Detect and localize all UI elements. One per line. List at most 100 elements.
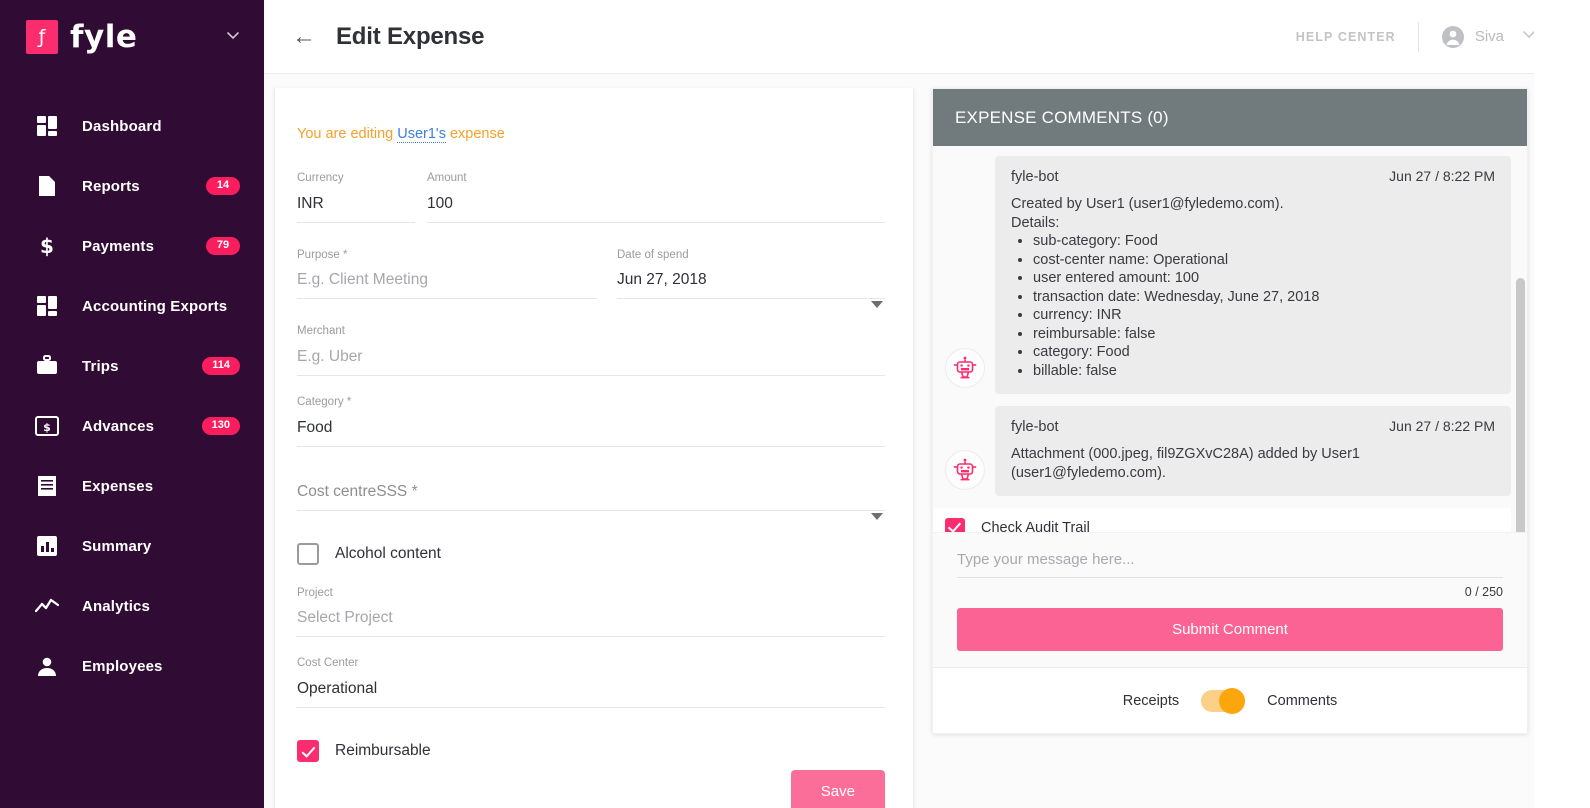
banner-suffix: expense xyxy=(446,126,505,142)
list-item: cost-center name: Operational xyxy=(1033,251,1495,270)
field-date-of-spend[interactable]: Date of spend Jun 27, 2018 xyxy=(617,249,885,320)
list-item: currency: INR xyxy=(1033,306,1495,325)
field-label: Category * xyxy=(297,396,885,409)
field-merchant[interactable]: Merchant E.g. Uber xyxy=(297,325,885,396)
field-purpose[interactable]: Purpose * E.g. Client Meeting xyxy=(297,249,597,320)
field-label: Merchant xyxy=(297,325,885,338)
comment-meta: fyle-bot Jun 27 / 8:22 PM xyxy=(1011,418,1495,435)
check-audit-trail-checkbox[interactable] xyxy=(945,518,965,532)
comments-list: fyle-bot Jun 27 / 8:22 PM Created by Use… xyxy=(933,156,1527,532)
comments-scroll-area[interactable]: fyle-bot Jun 27 / 8:22 PM Created by Use… xyxy=(933,146,1527,532)
brand-logo[interactable]: ƒ fyle xyxy=(0,0,264,74)
alcohol-content-checkbox[interactable] xyxy=(297,543,319,565)
sidebar-item-payments[interactable]: $ Payments 79 xyxy=(0,216,264,276)
field-category[interactable]: Category * Food xyxy=(297,396,885,467)
briefcase-icon xyxy=(34,353,60,379)
comment-author: fyle-bot xyxy=(1011,169,1059,185)
comment-bubble: fyle-bot Jun 27 / 8:22 PM Created by Use… xyxy=(995,156,1511,394)
banner-user-link[interactable]: User1's xyxy=(397,126,446,143)
comment-line-1: Created by User1 (user1@fyledemo.com). xyxy=(1011,195,1495,214)
sidebar-item-summary[interactable]: Summary xyxy=(0,516,264,576)
sidebar-item-expenses[interactable]: Expenses xyxy=(0,456,264,516)
app-root: ƒ fyle Dashboard Reports 14 xyxy=(0,0,1590,808)
comment-message-input[interactable] xyxy=(957,547,1503,578)
chevron-down-icon[interactable] xyxy=(224,26,242,49)
sidebar-item-label: Payments xyxy=(82,238,154,255)
field-currency[interactable]: Currency INR xyxy=(297,172,415,243)
sidebar-item-employees[interactable]: Employees xyxy=(0,636,264,696)
fyle-logo-icon: ƒ xyxy=(26,20,58,54)
sidebar-badge: 114 xyxy=(202,357,240,375)
character-counter: 0 / 250 xyxy=(957,585,1503,599)
submit-comment-button[interactable]: Submit Comment xyxy=(957,608,1503,651)
comments-scrollbar[interactable] xyxy=(1516,278,1525,532)
sidebar-item-reports[interactable]: Reports 14 xyxy=(0,156,264,216)
comment-timestamp: Jun 27 / 8:22 PM xyxy=(1389,168,1495,184)
sidebar-badge: 14 xyxy=(206,177,240,195)
chevron-down-icon[interactable] xyxy=(871,301,883,308)
sidebar-item-accounting-exports[interactable]: Accounting Exports xyxy=(0,276,264,336)
expense-form-card: You are editing User1's expense Currency… xyxy=(274,88,914,808)
cost-center-input[interactable]: Operational xyxy=(297,678,885,708)
merchant-input[interactable]: E.g. Uber xyxy=(297,346,885,376)
project-input[interactable]: Select Project xyxy=(297,607,885,637)
comment-detail-list: sub-category: Food cost-center name: Ope… xyxy=(1015,232,1495,380)
category-input[interactable]: Food xyxy=(297,417,885,447)
receipt-icon xyxy=(34,473,60,499)
sidebar-item-advances[interactable]: $ Advances 130 xyxy=(0,396,264,456)
barchart-icon xyxy=(34,533,60,559)
chevron-down-icon[interactable] xyxy=(871,513,883,520)
list-item: user entered amount: 100 xyxy=(1033,269,1495,288)
check-audit-trail-label: Check Audit Trail xyxy=(981,520,1090,532)
cost-centre-sss-select[interactable]: Cost centreSSS * xyxy=(297,481,885,511)
dashboard-icon xyxy=(34,293,60,319)
toggle-label-receipts[interactable]: Receipts xyxy=(1123,693,1179,709)
list-item: transaction date: Wednesday, June 27, 20… xyxy=(1033,288,1495,307)
topbar-divider xyxy=(1418,22,1419,52)
field-cost-centre-sss[interactable]: Cost centreSSS * xyxy=(297,467,885,531)
content-area: You are editing User1's expense Currency… xyxy=(264,74,1590,808)
comment-body: Created by User1 (user1@fyledemo.com). D… xyxy=(1011,195,1495,380)
field-amount[interactable]: Amount 100 xyxy=(427,172,885,243)
field-label: Currency xyxy=(297,172,415,185)
person-icon xyxy=(34,653,60,679)
amount-input[interactable]: 100 xyxy=(427,193,885,223)
sidebar-item-label: Reports xyxy=(82,178,140,195)
sidebar-nav: Dashboard Reports 14 $ Payments 79 xyxy=(0,96,264,696)
list-item: category: Food xyxy=(1033,343,1495,362)
help-center-link[interactable]: HELP CENTER xyxy=(1296,30,1396,44)
currency-input[interactable]: INR xyxy=(297,193,415,223)
main-area: ← Edit Expense HELP CENTER Siva You are … xyxy=(264,0,1590,808)
sidebar-item-dashboard[interactable]: Dashboard xyxy=(0,96,264,156)
purpose-input[interactable]: E.g. Client Meeting xyxy=(297,269,597,299)
toggle-knob xyxy=(1219,688,1245,714)
sidebar-item-trips[interactable]: Trips 114 xyxy=(0,336,264,396)
alcohol-content-row[interactable]: Alcohol content xyxy=(297,543,885,565)
field-label: Project xyxy=(297,587,885,600)
receipts-comments-toggle[interactable] xyxy=(1201,690,1245,712)
sidebar-item-label: Analytics xyxy=(82,598,150,615)
field-project[interactable]: Project Select Project xyxy=(297,587,885,658)
date-of-spend-input[interactable]: Jun 27, 2018 xyxy=(617,269,885,299)
check-audit-trail-row[interactable]: Check Audit Trail xyxy=(933,508,1511,532)
avatar[interactable] xyxy=(1441,25,1465,49)
save-button[interactable]: Save xyxy=(791,770,885,808)
field-label: Purpose * xyxy=(297,249,597,262)
toggle-label-comments[interactable]: Comments xyxy=(1267,693,1337,709)
reimbursable-checkbox[interactable] xyxy=(297,740,319,762)
editing-banner: You are editing User1's expense xyxy=(297,126,885,142)
sidebar-item-label: Trips xyxy=(82,358,119,375)
comment-bubble: fyle-bot Jun 27 / 8:22 PM Attachment (00… xyxy=(995,406,1511,496)
dashboard-icon xyxy=(34,113,60,139)
brand-name: fyle xyxy=(70,22,137,53)
fyle-logo-glyph: ƒ xyxy=(26,20,58,54)
receipts-comments-toggle-bar: Receipts Comments xyxy=(933,667,1527,733)
list-item: billable: false xyxy=(1033,362,1495,381)
back-arrow-icon[interactable]: ← xyxy=(286,25,322,49)
sidebar-item-analytics[interactable]: Analytics xyxy=(0,576,264,636)
reimbursable-row[interactable]: Reimbursable xyxy=(297,740,885,762)
sidebar-item-label: Accounting Exports xyxy=(82,298,227,315)
field-cost-center[interactable]: Cost Center Operational xyxy=(297,657,885,728)
sidebar-badge: 79 xyxy=(206,237,240,255)
comments-column: EXPENSE COMMENTS (0) xyxy=(932,88,1540,808)
